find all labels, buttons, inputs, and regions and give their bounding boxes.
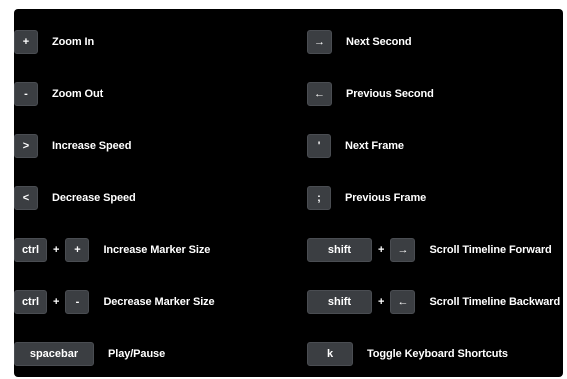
- key-cap: ': [307, 134, 331, 158]
- key-cap-shift: shift: [307, 238, 372, 262]
- shortcut-next-frame: ' Next Frame: [307, 134, 404, 158]
- key-cap: -: [14, 82, 38, 106]
- shortcut-decrease-marker-size: ctrl + - Decrease Marker Size: [14, 290, 215, 314]
- shortcut-label: Increase Speed: [52, 140, 132, 152]
- shortcut-scroll-timeline-forward: shift + → Scroll Timeline Forward: [307, 238, 552, 262]
- combo-plus: +: [53, 244, 60, 256]
- shortcut-label: Scroll Timeline Backward: [429, 296, 561, 308]
- key-cap-shift: shift: [307, 290, 372, 314]
- key-cap-ctrl: ctrl: [14, 238, 47, 262]
- shortcut-label: Toggle Keyboard Shortcuts: [367, 348, 508, 360]
- shortcut-label: Zoom Out: [52, 88, 104, 100]
- combo-plus: +: [378, 244, 385, 256]
- shortcut-scroll-timeline-backward: shift + ← Scroll Timeline Backward: [307, 290, 560, 314]
- shortcut-zoom-out: - Zoom Out: [14, 82, 103, 106]
- shortcut-previous-second: ← Previous Second: [307, 82, 434, 106]
- shortcut-label: Play/Pause: [108, 348, 166, 360]
- shortcut-next-second: → Next Second: [307, 30, 412, 54]
- shortcut-zoom-in: + Zoom In: [14, 30, 94, 54]
- shortcut-label: Previous Second: [346, 88, 434, 100]
- shortcut-label: Next Frame: [345, 140, 404, 152]
- key-cap: >: [14, 134, 38, 158]
- shortcut-label: Previous Frame: [345, 192, 427, 204]
- shortcut-increase-speed: > Increase Speed: [14, 134, 131, 158]
- key-cap: +: [14, 30, 38, 54]
- arrow-left-icon: ←: [390, 290, 416, 314]
- shortcut-label: Scroll Timeline Forward: [429, 244, 552, 256]
- shortcut-label: Increase Marker Size: [103, 244, 211, 256]
- shortcut-play-pause: spacebar Play/Pause: [14, 342, 165, 366]
- key-cap: <: [14, 186, 38, 210]
- shortcut-previous-frame: ; Previous Frame: [307, 186, 426, 210]
- shortcut-label: Decrease Marker Size: [103, 296, 215, 308]
- shortcut-label: Zoom In: [52, 36, 95, 48]
- shortcut-label: Next Second: [346, 36, 412, 48]
- combo-plus: +: [378, 296, 385, 308]
- key-cap: +: [65, 238, 90, 262]
- arrow-left-icon: ←: [307, 82, 332, 106]
- key-cap: ;: [307, 186, 331, 210]
- arrow-right-icon: →: [390, 238, 416, 262]
- key-cap-spacebar: spacebar: [14, 342, 94, 366]
- key-cap: -: [65, 290, 90, 314]
- keyboard-shortcuts-panel: + Zoom In - Zoom Out > Increase Speed < …: [14, 9, 563, 377]
- combo-plus: +: [53, 296, 60, 308]
- key-cap: k: [307, 342, 353, 366]
- arrow-right-icon: →: [307, 30, 332, 54]
- shortcut-label: Decrease Speed: [52, 192, 136, 204]
- key-cap-ctrl: ctrl: [14, 290, 47, 314]
- shortcut-toggle-keyboard-shortcuts: k Toggle Keyboard Shortcuts: [307, 342, 508, 366]
- shortcut-decrease-speed: < Decrease Speed: [14, 186, 136, 210]
- shortcut-increase-marker-size: ctrl + + Increase Marker Size: [14, 238, 210, 262]
